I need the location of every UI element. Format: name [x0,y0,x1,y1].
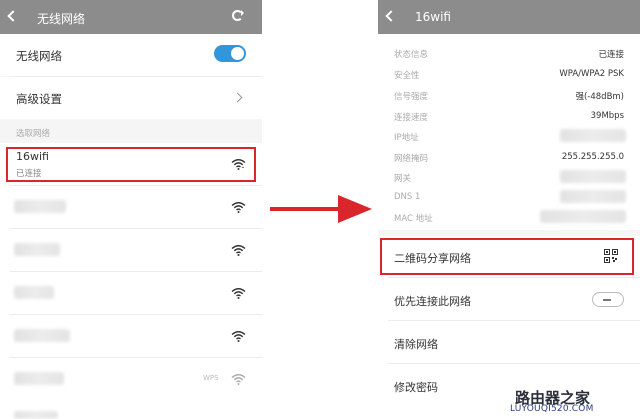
advanced-settings-label: 高级设置 [16,92,62,106]
speed-value: 39Mbps [590,111,624,121]
chevron-right-icon [232,92,243,103]
dns-value-redacted [560,190,626,203]
wlan-toggle-row[interactable]: 无线网络 [0,34,262,76]
gateway-value-redacted [560,170,626,183]
wifi-signal-icon [231,374,246,385]
network-item[interactable] [14,329,70,342]
modify-password-label: 修改密码 [394,381,438,394]
dns-label: DNS 1 [394,192,421,202]
page-title: 16wifi [415,10,451,24]
back-icon[interactable] [385,10,397,22]
mask-value: 255.255.255.0 [561,152,624,162]
network-item[interactable] [14,411,58,419]
highlight-box [6,147,256,182]
wifi-signal-icon [231,245,246,256]
mac-value-redacted [540,210,626,223]
status-label: 状态信息 [394,50,429,60]
arrow-right-icon [338,195,372,223]
ip-label: IP地址 [394,133,419,143]
wps-label: WPS [203,374,219,382]
header-bar: 无线网络 [0,0,262,34]
advanced-settings-row[interactable]: 高级设置 [0,77,262,119]
forget-network-row[interactable]: 清除网络 [378,322,640,364]
mask-label: 网络掩码 [394,154,429,164]
security-value: WPA/WPA2 PSK [559,69,624,79]
page-title: 无线网络 [37,12,86,26]
refresh-icon[interactable] [232,10,244,21]
status-value: 已连接 [598,50,624,60]
wlan-label: 无线网络 [16,49,62,63]
wifi-signal-icon [231,331,246,342]
wifi-signal-icon [231,202,246,213]
choose-network-header: 选取网络 [16,129,51,139]
back-icon[interactable] [7,10,19,22]
header-bar: 16wifi [378,0,640,34]
wlan-switch[interactable] [214,45,246,62]
forget-network-label: 清除网络 [394,338,438,351]
priority-connect-switch[interactable] [592,292,624,307]
wifi-signal-icon [231,159,246,170]
network-item[interactable] [14,372,64,385]
speed-label: 连接速度 [394,113,429,123]
network-item[interactable] [14,286,54,299]
ip-value-redacted [560,129,626,142]
priority-connect-label: 优先连接此网络 [394,295,471,308]
signal-label: 信号强度 [394,92,429,102]
highlight-box [380,238,634,275]
watermark-url: LUYOUQI520.COM [510,404,594,414]
wifi-list-screen: 无线网络 无线网络 高级设置 选取网络 16wifi 已连接 WPS [0,0,262,419]
signal-value: 强(-48dBm) [575,92,624,102]
arrow-shaft [270,207,342,211]
network-item[interactable] [14,243,60,256]
security-label: 安全性 [394,71,420,81]
mac-label: MAC 地址 [394,214,433,224]
wifi-signal-icon [231,288,246,299]
gateway-label: 网关 [394,174,412,184]
network-item[interactable] [14,200,66,213]
